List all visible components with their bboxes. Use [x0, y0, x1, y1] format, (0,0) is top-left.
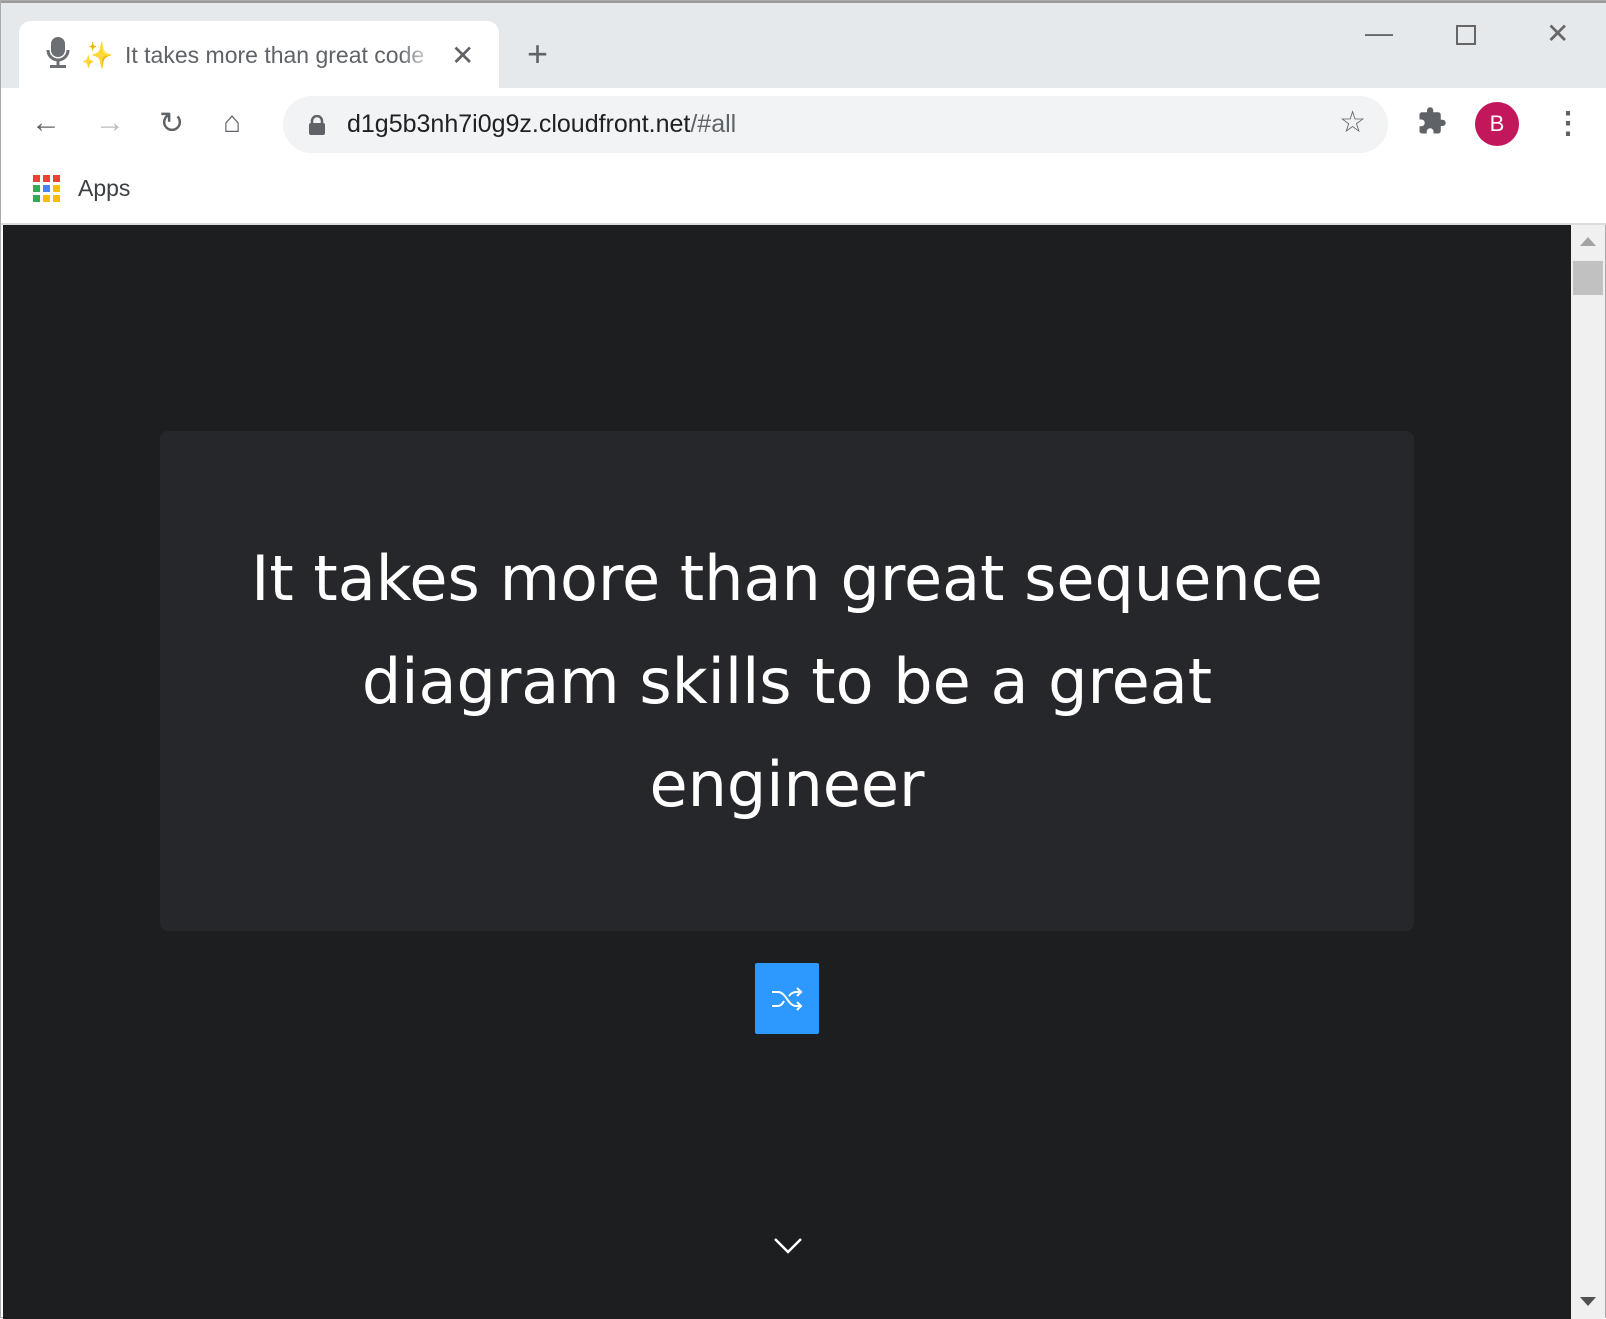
back-button[interactable]: ←	[31, 106, 61, 140]
reload-button[interactable]: ↻	[159, 106, 184, 141]
scrollbar[interactable]	[1571, 225, 1605, 1319]
bookmark-star-icon[interactable]: ☆	[1339, 105, 1366, 140]
apps-label: Apps	[78, 175, 131, 201]
close-tab-icon[interactable]: ✕	[451, 39, 474, 72]
profile-avatar[interactable]: B	[1475, 102, 1519, 146]
sparkles-icon: ✨	[81, 40, 114, 70]
minimize-button[interactable]: —	[1365, 17, 1393, 49]
quote-card: It takes more than great sequence diagra…	[160, 431, 1414, 931]
tab-strip: ✨ It takes more than great code ✕ + — ✕	[1, 1, 1606, 90]
apps-grid-icon	[33, 175, 60, 202]
bookmark-apps[interactable]: Apps	[33, 175, 130, 202]
browser-tab[interactable]: ✨ It takes more than great code ✕	[19, 21, 499, 90]
quote-text: It takes more than great sequence diagra…	[251, 541, 1323, 821]
scrollbar-thumb[interactable]	[1573, 261, 1603, 295]
bookmarks-bar: Apps	[1, 161, 1606, 225]
shuffle-button[interactable]	[755, 963, 819, 1034]
page-content: It takes more than great sequence diagra…	[3, 225, 1571, 1319]
shuffle-icon	[772, 986, 803, 1011]
url-path: /#all	[690, 110, 737, 138]
scroll-down-arrow-icon[interactable]	[1580, 1297, 1596, 1306]
menu-kebab-icon[interactable]: ⋮	[1553, 106, 1583, 141]
lock-icon	[309, 114, 325, 135]
new-tab-button[interactable]: +	[527, 33, 548, 75]
url-text: d1g5b3nh7i0g9z.cloudfront.net/#all	[347, 110, 736, 139]
toolbar: ← → ↻ ⌂ d1g5b3nh7i0g9z.cloudfront.net/#a…	[1, 88, 1606, 161]
url-host: d1g5b3nh7i0g9z.cloudfront.net	[347, 110, 691, 138]
home-button[interactable]: ⌂	[223, 106, 241, 140]
maximize-button[interactable]	[1456, 25, 1476, 45]
forward-button[interactable]: →	[95, 106, 125, 140]
address-bar[interactable]: d1g5b3nh7i0g9z.cloudfront.net/#all ☆	[283, 96, 1388, 153]
scroll-up-arrow-icon[interactable]	[1580, 237, 1596, 246]
scroll-down-chevron-icon[interactable]	[773, 1237, 803, 1260]
tab-title: It takes more than great code	[125, 42, 425, 68]
close-window-button[interactable]: ✕	[1546, 17, 1569, 50]
extensions-puzzle-icon[interactable]	[1417, 106, 1447, 144]
microphone-icon	[45, 35, 81, 76]
